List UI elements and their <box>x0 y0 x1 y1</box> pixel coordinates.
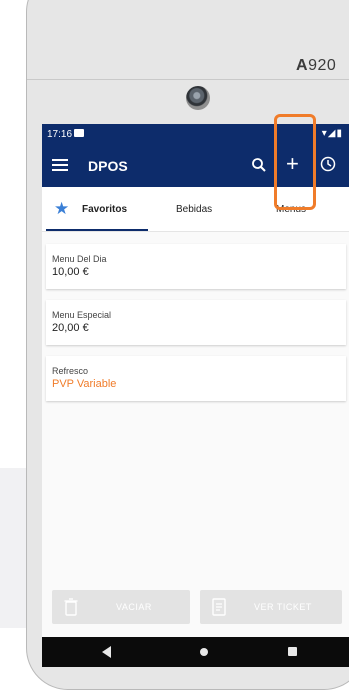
app-bar: DPOS + <box>42 145 349 187</box>
ver-ticket-button[interactable]: VER TICKET <box>200 590 342 624</box>
clock-icon[interactable] <box>320 156 336 172</box>
trash-icon <box>64 598 78 616</box>
star-icon: ★ <box>54 199 70 218</box>
plus-icon: + <box>286 151 299 176</box>
device-divider <box>27 79 349 80</box>
status-bar: 17:16 ▾◢▮ <box>42 124 349 145</box>
tab-active-indicator <box>46 229 148 231</box>
tab-label: Favoritos <box>82 204 128 215</box>
app-title: DPOS <box>88 158 128 174</box>
receipt-icon <box>212 598 226 616</box>
product-item[interactable]: Refresco PVP Variable <box>46 356 346 401</box>
status-time: 17:16 <box>47 129 73 140</box>
tab-favoritos[interactable]: ★ Favoritos <box>42 187 148 231</box>
product-price: 10,00 € <box>52 266 89 278</box>
tab-bebidas[interactable]: Bebidas <box>162 187 232 231</box>
image-notification-icon <box>74 129 84 137</box>
category-tabs: ★ Favoritos Bebidas Menus <box>42 187 349 232</box>
add-button[interactable]: + <box>286 153 299 175</box>
search-icon[interactable] <box>250 156 268 174</box>
nav-back-icon[interactable] <box>102 646 111 658</box>
signal-battery-icon: ▾◢▮ <box>321 128 343 139</box>
product-price: 20,00 € <box>52 322 89 334</box>
ver-ticket-label: VER TICKET <box>254 602 312 612</box>
product-name: Menu Especial <box>52 310 112 320</box>
device-brand: A920 <box>296 57 336 75</box>
menu-icon[interactable] <box>52 156 68 172</box>
nav-recent-icon[interactable] <box>288 647 297 656</box>
tab-menus[interactable]: Menus <box>262 187 342 231</box>
brand-model: 920 <box>308 57 337 74</box>
vaciar-label: VACIAR <box>116 602 152 612</box>
app-screen: 17:16 ▾◢▮ DPOS + ★ Favoritos Bebidas Men… <box>42 124 349 667</box>
android-nav-bar <box>42 637 349 667</box>
product-price: PVP Variable <box>52 378 117 390</box>
tab-label: Bebidas <box>176 204 213 215</box>
vaciar-button[interactable]: VACIAR <box>52 590 190 624</box>
tab-label: Menus <box>276 204 307 215</box>
product-item[interactable]: Menu Especial 20,00 € <box>46 300 346 345</box>
product-name: Refresco <box>52 366 89 376</box>
product-item[interactable]: Menu Del Dia 10,00 € <box>46 244 346 289</box>
product-name: Menu Del Dia <box>52 254 107 264</box>
brand-prefix: A <box>296 57 309 74</box>
nav-home-icon[interactable] <box>200 648 208 656</box>
camera-icon <box>186 86 210 110</box>
